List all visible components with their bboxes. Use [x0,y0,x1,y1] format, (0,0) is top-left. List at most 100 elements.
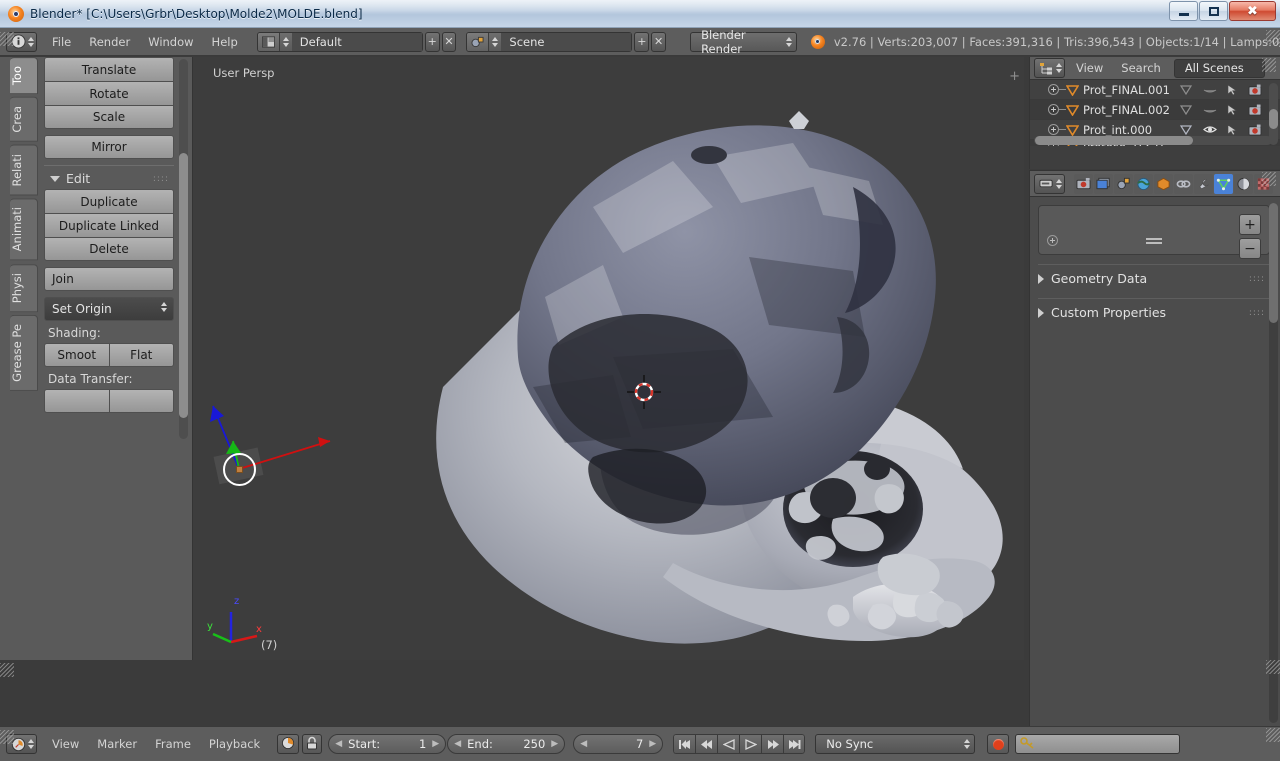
delete-button[interactable]: Delete [44,237,174,261]
outliner-row[interactable]: Prot_FINAL.002 [1030,100,1280,120]
outliner-object-name[interactable]: Prot_FINAL.001 [1083,83,1170,97]
join-button[interactable]: Join [44,267,174,291]
close-button[interactable]: ✖ [1229,1,1276,21]
menu-help[interactable]: Help [203,32,247,52]
outliner-display-mode-selector[interactable]: All Scenes [1173,58,1265,78]
frame-start-field[interactable]: ◀ Start: 1 ▶ [328,734,447,754]
outliner-hscroll-thumb[interactable] [1035,136,1193,145]
eye-closed-icon[interactable] [1203,85,1217,95]
auto-keyframe-button[interactable] [277,734,300,754]
constraints-tab-icon[interactable] [1174,173,1193,194]
record-keyframes-button[interactable] [987,734,1010,754]
jump-to-end-button[interactable] [783,734,806,754]
cursor-select-icon[interactable] [1227,123,1238,136]
delete-scene-button[interactable]: ✕ [651,31,667,52]
outliner-object-name[interactable]: Prot_FINAL.002 [1083,103,1170,117]
chevron-left-icon[interactable]: ◀ [335,739,342,749]
outliner-object-name[interactable]: Prot_int.000 [1083,123,1152,137]
frame-end-value[interactable]: 250 [523,737,545,751]
sync-mode-selector[interactable]: No Sync [815,734,976,754]
outliner-horizontal-scrollbar[interactable] [1034,136,1272,145]
chevron-right-icon[interactable]: ▶ [551,739,558,749]
vpheader-left-grip[interactable] [0,663,14,677]
shade-flat-button[interactable]: Flat [108,343,174,367]
tlheader-left-grip[interactable] [0,730,14,744]
mirror-button[interactable]: Mirror [44,135,174,159]
current-frame-value[interactable]: 7 [636,737,643,751]
data-transfer-button-a[interactable] [44,389,109,413]
eye-icon[interactable] [1203,124,1217,135]
object-data-tab-icon[interactable] [1214,173,1233,194]
frame-start-value[interactable]: 1 [419,737,426,751]
outliner-vscroll-thumb[interactable] [1269,109,1278,129]
outliner-menu-view[interactable]: View [1067,58,1112,78]
cursor-select-icon[interactable] [1227,103,1238,116]
chevron-right-icon[interactable]: ▶ [649,739,656,749]
mesh-restrict-icon[interactable] [1180,84,1193,96]
tab-grease-pencil[interactable]: Grease Pe [10,314,38,391]
camera-render-icon[interactable] [1248,104,1262,116]
mesh-restrict-icon[interactable] [1180,104,1193,116]
translate-button[interactable]: Translate [44,57,174,81]
scale-button[interactable]: Scale [44,105,174,129]
topbar-left-grip[interactable] [0,32,14,46]
add-item-icon[interactable] [1047,235,1058,246]
tab-physics[interactable]: Physi [10,263,38,312]
timeline-resize-grip[interactable] [1266,728,1280,742]
mesh-restrict-icon[interactable] [1180,124,1193,136]
tab-animation[interactable]: Animati [10,198,38,261]
add-scene-button[interactable]: + [634,31,650,52]
duplicate-linked-button[interactable]: Duplicate Linked [44,213,174,237]
outliner-menu-search[interactable]: Search [1112,58,1170,78]
chevron-left-icon[interactable]: ◀ [580,739,587,749]
minimize-button[interactable] [1169,1,1198,21]
data-transfer-button-b[interactable] [108,389,174,413]
tab-tools[interactable]: Too [10,57,38,95]
active-keying-set-field[interactable] [1015,734,1181,754]
properties-scrollbar-track[interactable] [1269,203,1278,723]
properties-scrollbar-thumb[interactable] [1269,203,1278,323]
material-tab-icon[interactable] [1234,173,1253,194]
object-tab-icon[interactable] [1154,173,1173,194]
maximize-button[interactable] [1199,1,1228,21]
menu-window[interactable]: Window [139,32,202,52]
expand-icon[interactable] [1048,84,1059,95]
menu-file[interactable]: File [43,32,80,52]
tl-menu-frame[interactable]: Frame [146,734,200,754]
play-reverse-button[interactable] [717,734,740,754]
camera-render-icon[interactable] [1248,124,1262,136]
3d-view-canvas[interactable]: User Persp + z x y (7) [193,57,1024,660]
jump-to-start-button[interactable] [673,734,696,754]
screen-layout-value[interactable]: Default [291,32,422,51]
next-keyframe-button[interactable] [761,734,784,754]
chevron-right-icon[interactable]: ▶ [432,739,439,749]
tool-shelf-scrollbar[interactable] [179,153,188,418]
add-screen-layout-button[interactable]: + [424,31,440,52]
tab-relations[interactable]: Relati [10,144,38,196]
screen-layout-selector[interactable]: Default [256,31,423,52]
previous-keyframe-button[interactable] [695,734,718,754]
eye-closed-icon[interactable] [1203,105,1217,115]
edit-section-header[interactable]: Edit :::: [44,165,174,187]
tl-menu-view[interactable]: View [43,734,88,754]
shade-smooth-button[interactable]: Smoot [44,343,109,367]
delete-screen-layout-button[interactable]: ✕ [441,31,457,52]
render-tab-icon[interactable] [1074,173,1093,194]
expand-icon[interactable] [1048,124,1059,135]
set-origin-dropdown[interactable]: Set Origin [44,297,174,321]
tab-create[interactable]: Crea [10,97,38,142]
duplicate-button[interactable]: Duplicate [44,189,174,213]
tl-menu-playback[interactable]: Playback [200,734,269,754]
render-layers-tab-icon[interactable] [1094,173,1113,194]
remove-vertex-group-button[interactable]: − [1239,238,1261,259]
rotate-button[interactable]: Rotate [44,81,174,105]
viewport-resize-grip[interactable] [1266,660,1280,674]
modifiers-tab-icon[interactable] [1194,173,1213,194]
chevron-left-icon[interactable]: ◀ [454,739,461,749]
scene-name-value[interactable]: Scene [501,32,632,51]
frame-end-field[interactable]: ◀ End: 250 ▶ [447,734,566,754]
editor-type-selector-outliner[interactable] [1034,58,1065,78]
expand-icon[interactable] [1048,104,1059,115]
render-engine-selector[interactable]: Blender Render [690,28,797,56]
current-frame-field[interactable]: ◀ 7 ▶ [573,734,664,754]
